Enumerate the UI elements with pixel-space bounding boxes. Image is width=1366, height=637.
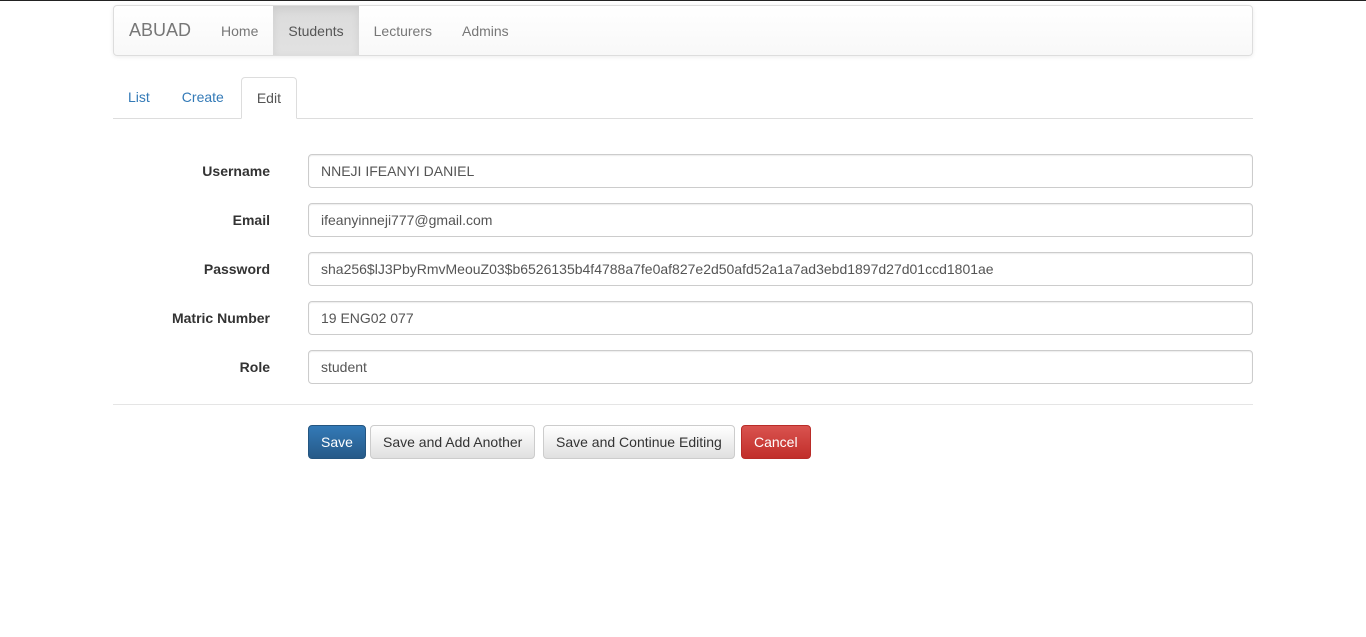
save-and-continue-editing-button[interactable]: Save and Continue Editing (543, 425, 735, 459)
matric-number-input[interactable] (308, 301, 1253, 335)
username-input[interactable] (308, 154, 1253, 188)
nav-item-admins[interactable]: Admins (447, 6, 524, 55)
form-row-role: Role (113, 350, 1253, 384)
nav-item-students[interactable]: Students (273, 6, 359, 55)
form-row-email: Email (113, 203, 1253, 237)
password-label: Password (203, 261, 270, 277)
password-input[interactable] (308, 252, 1253, 286)
top-navbar: ABUAD Home Students Lecturers Admins (113, 5, 1253, 56)
form-row-password: Password (113, 252, 1253, 286)
form-row-username: Username (113, 154, 1253, 188)
nav-item-home[interactable]: Home (206, 6, 273, 55)
role-label: Role (239, 359, 270, 375)
username-label: Username (202, 163, 270, 179)
form-row-matric-number: Matric Number (113, 301, 1253, 335)
save-and-add-another-button[interactable]: Save and Add Another (370, 425, 536, 459)
email-input[interactable] (308, 203, 1253, 237)
cancel-button[interactable]: Cancel (741, 425, 811, 459)
nav-item-lecturers[interactable]: Lecturers (359, 6, 447, 55)
tab-edit[interactable]: Edit (240, 77, 297, 119)
email-label: Email (232, 212, 270, 228)
role-input[interactable] (308, 350, 1253, 384)
tab-list[interactable]: List (113, 77, 165, 119)
brand-logo[interactable]: ABUAD (114, 6, 206, 55)
matric-number-label: Matric Number (171, 310, 270, 326)
form-divider (113, 404, 1253, 405)
save-button[interactable]: Save (308, 425, 366, 459)
tab-bar: List Create Edit (113, 77, 1253, 119)
tab-create[interactable]: Create (167, 77, 239, 119)
